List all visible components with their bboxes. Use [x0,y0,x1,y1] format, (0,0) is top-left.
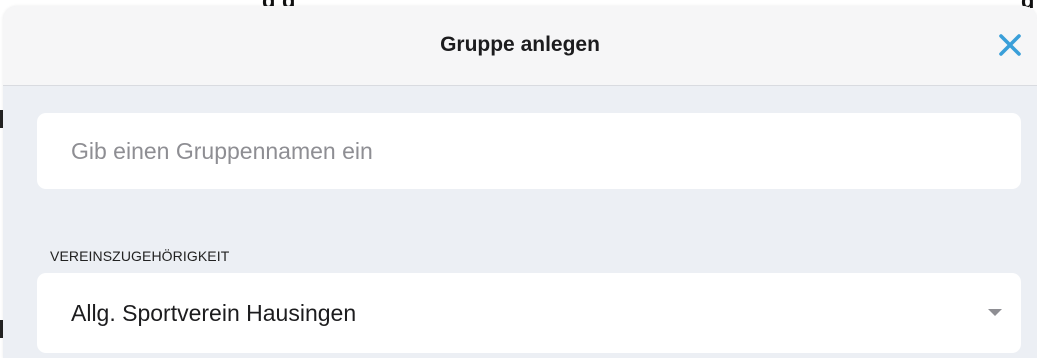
club-affiliation-label: VEREINSZUGEHÖRIGKEIT [50,248,230,264]
club-select-value: Allg. Sportverein Hausingen [71,300,357,326]
close-x-icon [999,34,1021,56]
close-button[interactable] [993,28,1027,62]
group-name-input[interactable] [37,113,1021,189]
create-group-modal: Gruppe anlegen VEREINSZUGEHÖRIGKEIT Allg… [3,6,1037,358]
modal-header: Gruppe anlegen [3,6,1037,86]
modal-title: Gruppe anlegen [440,33,600,56]
chevron-down-icon [988,309,1002,316]
club-select[interactable]: Allg. Sportverein Hausingen [37,273,1021,353]
